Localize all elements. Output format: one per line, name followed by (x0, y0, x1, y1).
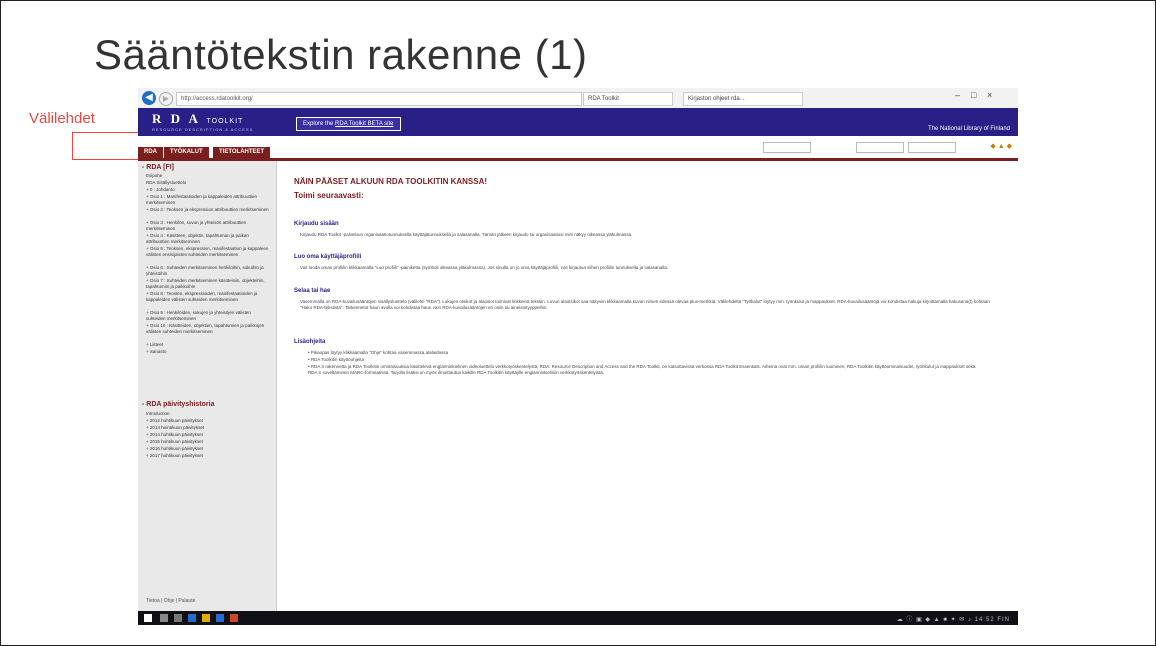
list-item[interactable]: • RDA Toolkitin käyttöohjeita (308, 357, 988, 363)
sidebar-item[interactable]: + Osio 3 : Henkilön, suvun ja yhteisön a… (146, 220, 271, 231)
sidebar-item[interactable]: + 2013 heinäkuun päivitykset (146, 425, 271, 431)
search-field-2[interactable] (856, 142, 904, 153)
section-title-more: Lisäohjeita (294, 339, 326, 345)
sidebar-item[interactable]: + 2014 huhtikuun päivitykset (146, 432, 271, 438)
search-field-3[interactable] (908, 142, 956, 153)
sidebar-item[interactable]: + Osio 5 : Teoksen, ekspression, manifes… (146, 246, 271, 257)
library-name: The National Library of Finland (927, 126, 1010, 132)
sidebar-item[interactable]: + Liitteet (146, 342, 271, 348)
slide: Sääntötekstin rakenne (1) Välilehdet ◀ ▶… (0, 0, 1156, 646)
back-icon[interactable]: ◀ (142, 91, 156, 105)
powerpoint-icon[interactable] (230, 614, 238, 622)
rda-logo: R D A TOOLKIT (152, 111, 244, 126)
browser-tab-rda[interactable]: RDA Toolkit (583, 92, 673, 106)
search-field-1[interactable] (763, 142, 811, 153)
content-subheading: Toimi seuraavasti: (294, 191, 364, 200)
tab-rda[interactable]: RDA (138, 147, 163, 158)
sidebar-item[interactable]: Introduction (146, 411, 271, 417)
windows-start-icon[interactable] (144, 614, 152, 622)
sidebar-head-history[interactable]: - RDA päivityshistoria (142, 401, 214, 408)
sidebar-item[interactable]: + 2012 huhtikuun päivitykset (146, 418, 271, 424)
browser-screenshot: ◀ ▶ http://access.rdatoolkit.org/ RDA To… (138, 88, 1018, 625)
sidebar-item[interactable]: + 2016 huhtikuun päivitykset (146, 446, 271, 452)
maximize-icon[interactable]: □ (971, 90, 976, 100)
taskbar: ☁ ⓘ ▣ ◆ ▲ ■ ✦ ✉ ♪ 14:52 FIN (138, 611, 1018, 625)
callout-label: Välilehdet (29, 110, 95, 127)
rda-banner: R D A TOOLKIT RESOURCE DESCRIPTION & ACC… (138, 108, 1018, 136)
browser-titlebar: ◀ ▶ http://access.rdatoolkit.org/ RDA To… (138, 88, 1018, 109)
section-title-profile: Luo oma käyttäjäprofiili (294, 254, 362, 260)
section-title-browse: Selaa tai hae (294, 288, 331, 294)
sidebar-head-rda[interactable]: - RDA [FI] (142, 164, 174, 171)
system-tray[interactable]: ☁ ⓘ ▣ ◆ ▲ ■ ✦ ✉ ♪ 14:52 FIN (897, 614, 1010, 623)
logo-subtitle: RESOURCE DESCRIPTION & ACCESS (152, 127, 254, 132)
sidebar-item[interactable]: + 2017 huhtikuun päivitykset (146, 453, 271, 459)
slide-title: Sääntötekstin rakenne (1) (94, 31, 588, 78)
browser-tab-2[interactable]: Kirjaston ohjeet rda... (683, 92, 803, 106)
main-content: NÄIN PÄÄSET ALKUUN RDA TOOLKITIN KANSSA!… (288, 161, 1008, 611)
sidebar-item[interactable]: RDA Sisällysluettelo (146, 180, 271, 186)
sidebar-item[interactable]: + Osio 4 : Käsitteen, objektin, tapahtum… (146, 233, 271, 244)
sidebar-item[interactable]: + Osio 9 : Henkilöiden, sukujen ja yhtei… (146, 310, 271, 321)
toolbar-icons[interactable]: ◆ ▲ ◆ (990, 142, 1012, 150)
section-text-browse: Vasemmalla on RDA-kuvailusääntöjen sisäl… (300, 299, 990, 310)
sidebar-item[interactable]: + Osio 2 : Teoksen ja ekspression attrib… (146, 207, 271, 213)
minimize-icon[interactable]: – (955, 90, 960, 100)
sidebar-item[interactable]: + Sanasto (146, 349, 271, 355)
sidebar-footer-links[interactable]: Tietoa | Ohje | Palaute (146, 598, 195, 604)
task-view-icon[interactable] (174, 614, 182, 622)
tab-tietolahteet[interactable]: TIETOLÄHTEET (213, 147, 271, 158)
tab-tyokalut[interactable]: TYÖKALUT (164, 147, 209, 158)
word-icon[interactable] (216, 614, 224, 622)
toolbar: RDA TYÖKALUT TIETOLÄHTEET ◆ ▲ ◆ (138, 136, 1018, 161)
search-icon[interactable] (160, 614, 168, 622)
list-item: • RDA:n rakennetta ja RDA Toolkitin omin… (308, 364, 976, 375)
sidebar-item[interactable]: + 2015 huhtikuun päivitykset (146, 439, 271, 445)
list-item: • Pikaopas löytyy klikkaamalla "Ohje" ko… (308, 350, 449, 355)
sidebar-item[interactable]: Esipuhe (146, 173, 271, 179)
sidebar-item[interactable]: + Osio 6 : Suhteiden merkitseminen henki… (146, 265, 271, 276)
explorer-icon[interactable] (202, 614, 210, 622)
beta-button[interactable]: Explore the RDA Toolkit BETA site (296, 117, 401, 131)
address-bar[interactable]: http://access.rdatoolkit.org/ (176, 92, 582, 106)
sidebar: - RDA [FI] Esipuhe RDA Sisällysluettelo … (138, 161, 277, 611)
content-heading: NÄIN PÄÄSET ALKUUN RDA TOOLKITIN KANSSA! (294, 177, 488, 186)
ie-icon[interactable] (188, 614, 196, 622)
sidebar-item[interactable]: + Osio 7 : Suhteiden merkitseminen käsit… (146, 278, 271, 289)
forward-icon[interactable]: ▶ (159, 92, 173, 106)
close-icon[interactable]: × (987, 90, 992, 100)
sidebar-item[interactable]: + Osio 8 : Teosten, ekspressioiden, mani… (146, 291, 271, 302)
section-title-login: Kirjaudu sisään (294, 221, 339, 227)
sidebar-item[interactable]: + Osio 10 : Käsitteiden, objektien, tapa… (146, 323, 271, 334)
sidebar-item[interactable]: + Osio 1 : Manifestaatioiden ja kappalei… (146, 194, 271, 205)
section-text-login: Kirjaudu RDA Toolkit -palveluun organisa… (300, 232, 633, 237)
section-text-profile: Voit luoda oman profiilin klikkaamalla "… (300, 265, 669, 270)
sidebar-item[interactable]: + 0 : Johdanto (146, 187, 271, 193)
